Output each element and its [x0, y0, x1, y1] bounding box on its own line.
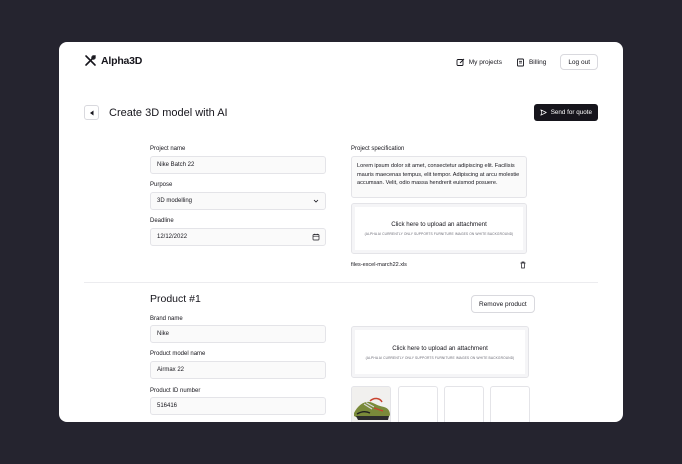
product-upload-title: Click here to upload an attachment: [392, 344, 488, 352]
project-spec-textarea[interactable]: Lorem ipsum dolor sit amet, consectetur …: [351, 156, 527, 198]
section-divider: [84, 282, 598, 283]
nav-billing[interactable]: Billing: [516, 58, 546, 67]
calendar-icon[interactable]: [312, 233, 320, 241]
page-header: Create 3D model with AI Send for quote: [84, 104, 598, 121]
send-icon: [540, 109, 547, 116]
send-for-quote-button[interactable]: Send for quote: [533, 104, 598, 121]
logout-button[interactable]: Log out: [560, 54, 598, 70]
brand-name-input[interactable]: Nike: [150, 325, 326, 343]
main-card: Alpha3D My projects Billing Log out Crea…: [59, 42, 623, 422]
brand-logo[interactable]: Alpha3D: [84, 54, 142, 67]
project-attachment-upload[interactable]: Click here to upload an attachment (ALPH…: [351, 203, 527, 254]
empty-image-slot[interactable]: [490, 386, 530, 422]
project-name-label: Project name: [150, 146, 186, 152]
top-nav: My projects Billing Log out: [456, 54, 598, 70]
product-id-label: Product ID number: [150, 388, 201, 394]
project-spec-label: Project specification: [351, 146, 405, 152]
brand-name: Alpha3D: [101, 54, 143, 67]
project-name-input[interactable]: Nike Batch 22: [150, 156, 326, 174]
projects-icon: [456, 58, 465, 66]
project-name-value: Nike Batch 22: [157, 162, 195, 168]
product-model-label: Product model name: [150, 351, 206, 357]
empty-image-slot[interactable]: [398, 386, 438, 422]
deadline-input[interactable]: 12/12/2022: [150, 228, 326, 246]
upload-hint: (ALPHA AI CURRENTLY ONLY SUPPORTS FURNIT…: [364, 232, 514, 236]
deadline-value: 12/12/2022: [157, 234, 188, 240]
remove-product-button[interactable]: Remove product: [471, 295, 535, 313]
attachment-file-name: files-excel-march22.xls: [351, 262, 407, 268]
deadline-label: Deadline: [150, 218, 174, 224]
empty-image-slot[interactable]: [444, 386, 484, 422]
product-title: Product #1: [150, 293, 201, 305]
product-id-value: 516416: [157, 403, 178, 409]
product-image-upload[interactable]: Click here to upload an attachment (ALPH…: [351, 326, 529, 378]
brand-name-label: Brand name: [150, 316, 183, 322]
product-upload-hint: (ALPHA AI CURRENTLY ONLY SUPPORTS FURNIT…: [365, 355, 515, 360]
nav-billing-label: Billing: [528, 58, 547, 66]
back-arrow-icon: [89, 110, 93, 115]
nav-my-projects[interactable]: My projects: [456, 58, 502, 67]
alpha3d-logo-icon: [85, 55, 96, 66]
purpose-label: Purpose: [150, 182, 173, 188]
product-model-input[interactable]: Airmax 22: [150, 361, 326, 379]
purpose-value: 3D modelling: [157, 198, 193, 204]
nav-my-projects-label: My projects: [468, 58, 502, 66]
product-id-input[interactable]: 516416: [150, 397, 326, 415]
trash-icon[interactable]: [519, 261, 527, 269]
sneaker-image: [352, 387, 390, 422]
upload-title: Click here to upload an attachment: [391, 221, 487, 228]
page-title: Create 3D model with AI: [109, 106, 228, 119]
chevron-down-icon: [313, 199, 319, 203]
product-model-value: Airmax 22: [157, 367, 185, 373]
purpose-select[interactable]: 3D modelling: [150, 192, 326, 210]
back-button[interactable]: [84, 105, 99, 120]
brand-name-value: Nike: [157, 331, 170, 337]
product-image-thumbnail[interactable]: [351, 386, 391, 422]
billing-icon: [517, 58, 524, 66]
project-spec-value: Lorem ipsum dolor sit amet, consectetur …: [357, 163, 520, 187]
send-for-quote-label: Send for quote: [550, 109, 592, 116]
